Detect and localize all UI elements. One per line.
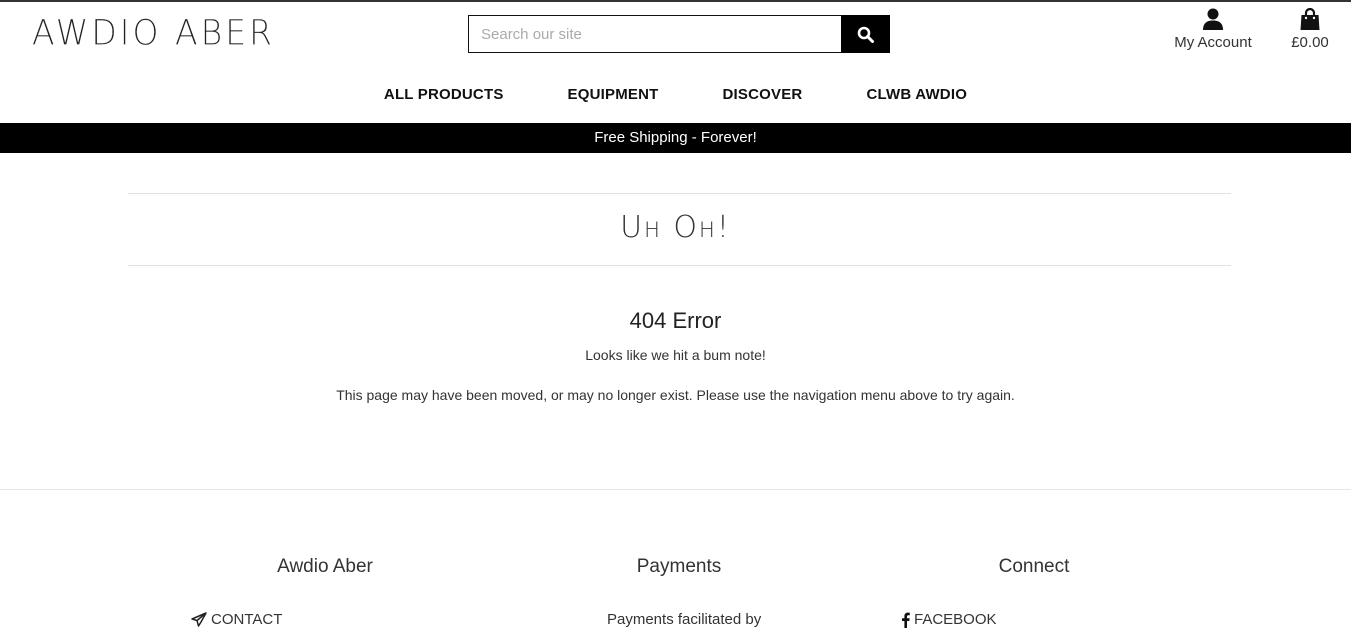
title-divider-bottom xyxy=(128,265,1231,266)
footer-heading: Connect xyxy=(998,556,1070,577)
search-button[interactable] xyxy=(841,15,890,53)
page-title: Uh Oh! xyxy=(620,210,731,245)
site-logo[interactable]: AWDIO ABER xyxy=(32,12,275,53)
footer-facebook-label: FACEBOOK xyxy=(914,611,997,628)
error-message: Looks like we hit a bum note! xyxy=(585,347,766,363)
search-input[interactable] xyxy=(468,15,841,53)
shipping-banner: Free Shipping - Forever! xyxy=(0,123,1351,153)
footer-contact-link[interactable]: CONTACT xyxy=(191,611,282,628)
nav-clwb-awdio[interactable]: CLWB AWDIO xyxy=(866,86,967,103)
search-icon xyxy=(857,26,874,43)
my-account-label: My Account xyxy=(1174,34,1252,51)
footer-column-awdio-aber: Awdio Aber CONTACT xyxy=(175,556,475,628)
facebook-icon xyxy=(902,612,910,628)
nav-discover[interactable]: DISCOVER xyxy=(723,86,803,103)
footer-contact-label: CONTACT xyxy=(211,611,283,628)
cart-total: £0.00 xyxy=(1291,34,1329,51)
payments-text: Payments facilitated by xyxy=(607,611,762,628)
nav-equipment[interactable]: EQUIPMENT xyxy=(568,86,659,103)
footer-heading: Awdio Aber xyxy=(277,556,373,577)
error-heading: 404 Error xyxy=(629,308,722,333)
nav-all-products[interactable]: ALL PRODUCTS xyxy=(384,86,504,103)
user-icon xyxy=(1203,8,1223,30)
footer-divider xyxy=(0,489,1351,490)
footer-facebook-link[interactable]: FACEBOOK xyxy=(901,611,997,628)
top-border xyxy=(0,0,1351,2)
error-instructions: This page may have been moved, or may no… xyxy=(336,387,1015,403)
shopping-bag-icon xyxy=(1300,8,1320,30)
footer-column-payments: Payments Payments facilitated by xyxy=(529,556,829,628)
main-nav: ALL PRODUCTS EQUIPMENT DISCOVER CLWB AWD… xyxy=(0,86,1351,103)
footer-column-connect: Connect FACEBOOK xyxy=(884,556,1184,628)
title-divider-top xyxy=(128,193,1231,194)
paper-plane-icon xyxy=(191,612,207,627)
footer-heading: Payments xyxy=(636,556,722,577)
cart-link[interactable]: £0.00 xyxy=(1284,8,1336,51)
my-account-link[interactable]: My Account xyxy=(1170,8,1256,51)
search-form xyxy=(468,15,890,53)
